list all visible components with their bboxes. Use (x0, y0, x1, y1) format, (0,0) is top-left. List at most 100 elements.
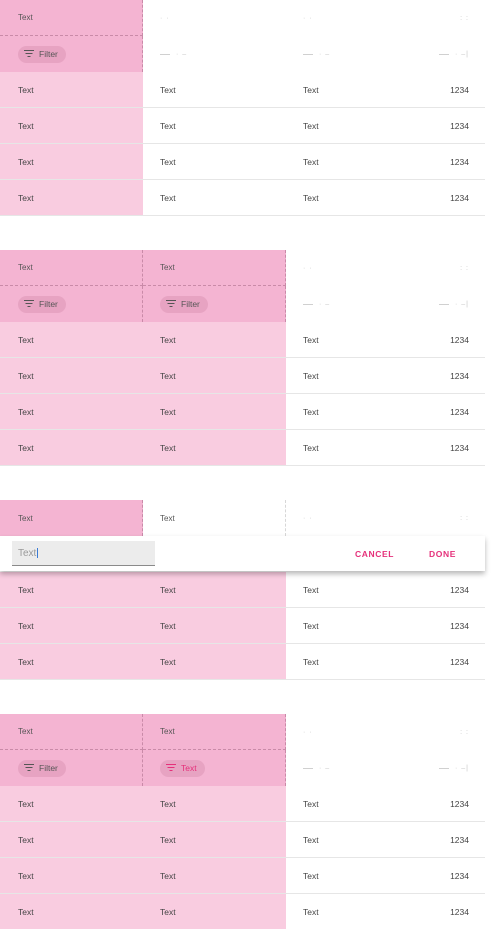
column-header[interactable]: : : (428, 500, 485, 536)
table-row[interactable]: Text Text Text 1234 (0, 108, 485, 144)
table-cell[interactable]: Text (143, 358, 286, 393)
table-cell[interactable]: Text (143, 108, 286, 143)
table-cell[interactable]: Text (0, 108, 143, 143)
table-cell[interactable]: Text (286, 822, 428, 857)
filter-chip[interactable]: Filter (160, 295, 208, 313)
column-header[interactable]: Text (0, 500, 143, 536)
table-row[interactable]: Text Text Text 1234 (0, 180, 485, 216)
table-cell[interactable]: Text (286, 786, 428, 821)
table-cell[interactable]: Text (0, 144, 143, 179)
table-cell[interactable]: Text (286, 72, 428, 107)
table-cell[interactable]: Text (0, 180, 143, 215)
table-cell-number[interactable]: 1234 (428, 322, 485, 357)
table-cell[interactable]: Text (0, 322, 143, 357)
cancel-button[interactable]: CANCEL (355, 536, 394, 571)
table-cell[interactable]: Text (143, 180, 286, 215)
table-row[interactable]: Text Text Text 1234 (0, 858, 485, 894)
column-header[interactable]: · · (286, 500, 428, 536)
column-header[interactable]: : : (428, 0, 485, 36)
table-row[interactable]: Text Text Text 1234 (0, 786, 485, 822)
table-row[interactable]: Text Text Text 1234 (0, 394, 485, 430)
table-cell[interactable]: Text (286, 180, 428, 215)
table-cell[interactable]: Text (286, 144, 428, 179)
table-cell[interactable]: Text (0, 358, 143, 393)
column-header[interactable]: · · (286, 250, 428, 286)
table-row[interactable]: Text Text Text 1234 (0, 644, 485, 680)
column-header[interactable]: · · (143, 0, 286, 36)
table-cell[interactable]: Text (0, 858, 143, 893)
table-row[interactable]: Text Text Text 1234 (0, 358, 485, 394)
table-cell[interactable]: Text (286, 108, 428, 143)
filter-cell[interactable]: · –| (428, 286, 485, 322)
table-cell-number[interactable]: 1234 (428, 858, 485, 893)
column-header[interactable]: Text (0, 0, 143, 36)
table-cell[interactable]: Text (143, 322, 286, 357)
table-cell[interactable]: Text (286, 358, 428, 393)
table-cell[interactable]: Text (286, 644, 428, 679)
table-cell-number[interactable]: 1234 (428, 430, 485, 465)
table-cell[interactable]: Text (0, 72, 143, 107)
table-cell-number[interactable]: 1234 (428, 822, 485, 857)
table-cell[interactable]: Text (143, 72, 286, 107)
table-cell-number[interactable]: 1234 (428, 108, 485, 143)
filter-cell[interactable]: · – (143, 36, 286, 72)
table-cell[interactable]: Text (0, 822, 143, 857)
table-cell-number[interactable]: 1234 (428, 572, 485, 607)
table-row[interactable]: Text Text Text 1234 (0, 144, 485, 180)
table-cell[interactable]: Text (0, 394, 143, 429)
inline-edit-input[interactable]: Text (12, 541, 155, 566)
table-cell[interactable]: Text (286, 608, 428, 643)
table-cell[interactable]: Text (143, 822, 286, 857)
table-cell[interactable]: Text (143, 894, 286, 929)
table-cell-number[interactable]: 1234 (428, 358, 485, 393)
table-cell[interactable]: Text (0, 430, 143, 465)
table-cell[interactable]: Text (143, 144, 286, 179)
column-header[interactable]: Text (0, 250, 143, 286)
column-header[interactable]: · · (286, 0, 428, 36)
table-cell-number[interactable]: 1234 (428, 608, 485, 643)
filter-cell[interactable]: · – (286, 36, 428, 72)
column-header[interactable]: Text (143, 250, 286, 286)
table-cell-number[interactable]: 1234 (428, 180, 485, 215)
table-cell[interactable]: Text (286, 894, 428, 929)
table-row[interactable]: Text Text Text 1234 (0, 322, 485, 358)
table-cell[interactable]: Text (143, 394, 286, 429)
table-cell[interactable]: Text (0, 786, 143, 821)
filter-chip[interactable]: Filter (18, 45, 66, 63)
column-header[interactable]: : : (428, 714, 485, 750)
column-header[interactable]: Text (0, 714, 143, 750)
done-button[interactable]: DONE (429, 536, 456, 571)
table-row[interactable]: Text Text Text 1234 (0, 894, 485, 929)
table-cell-number[interactable]: 1234 (428, 894, 485, 929)
table-cell[interactable]: Text (286, 322, 428, 357)
table-cell[interactable]: Text (286, 394, 428, 429)
column-header[interactable]: Text (143, 714, 286, 750)
table-cell[interactable]: Text (143, 430, 286, 465)
column-header[interactable]: : : (428, 250, 485, 286)
table-cell[interactable]: Text (143, 786, 286, 821)
table-row[interactable]: Text Text Text 1234 (0, 608, 485, 644)
table-row[interactable]: Text Text Text 1234 (0, 430, 485, 466)
filter-cell[interactable]: · – (286, 750, 428, 786)
table-cell[interactable]: Text (143, 572, 286, 607)
table-cell[interactable]: Text (143, 858, 286, 893)
table-cell[interactable]: Text (286, 572, 428, 607)
table-cell[interactable]: Text (0, 608, 143, 643)
table-cell[interactable]: Text (0, 644, 143, 679)
table-cell[interactable]: Text (143, 644, 286, 679)
table-cell-number[interactable]: 1234 (428, 144, 485, 179)
filter-cell[interactable]: · – (286, 286, 428, 322)
table-cell-number[interactable]: 1234 (428, 786, 485, 821)
table-cell-number[interactable]: 1234 (428, 644, 485, 679)
filter-chip[interactable]: Filter (18, 759, 66, 777)
table-row[interactable]: Text Text Text 1234 (0, 572, 485, 608)
table-cell[interactable]: Text (0, 572, 143, 607)
table-cell-number[interactable]: 1234 (428, 394, 485, 429)
table-row[interactable]: Text Text Text 1234 (0, 72, 485, 108)
filter-cell[interactable]: · –| (428, 750, 485, 786)
filter-chip[interactable]: Filter (18, 295, 66, 313)
column-header[interactable]: · · (286, 714, 428, 750)
table-row[interactable]: Text Text Text 1234 (0, 822, 485, 858)
table-cell[interactable]: Text (286, 858, 428, 893)
filter-chip-active[interactable]: Text (160, 759, 205, 777)
